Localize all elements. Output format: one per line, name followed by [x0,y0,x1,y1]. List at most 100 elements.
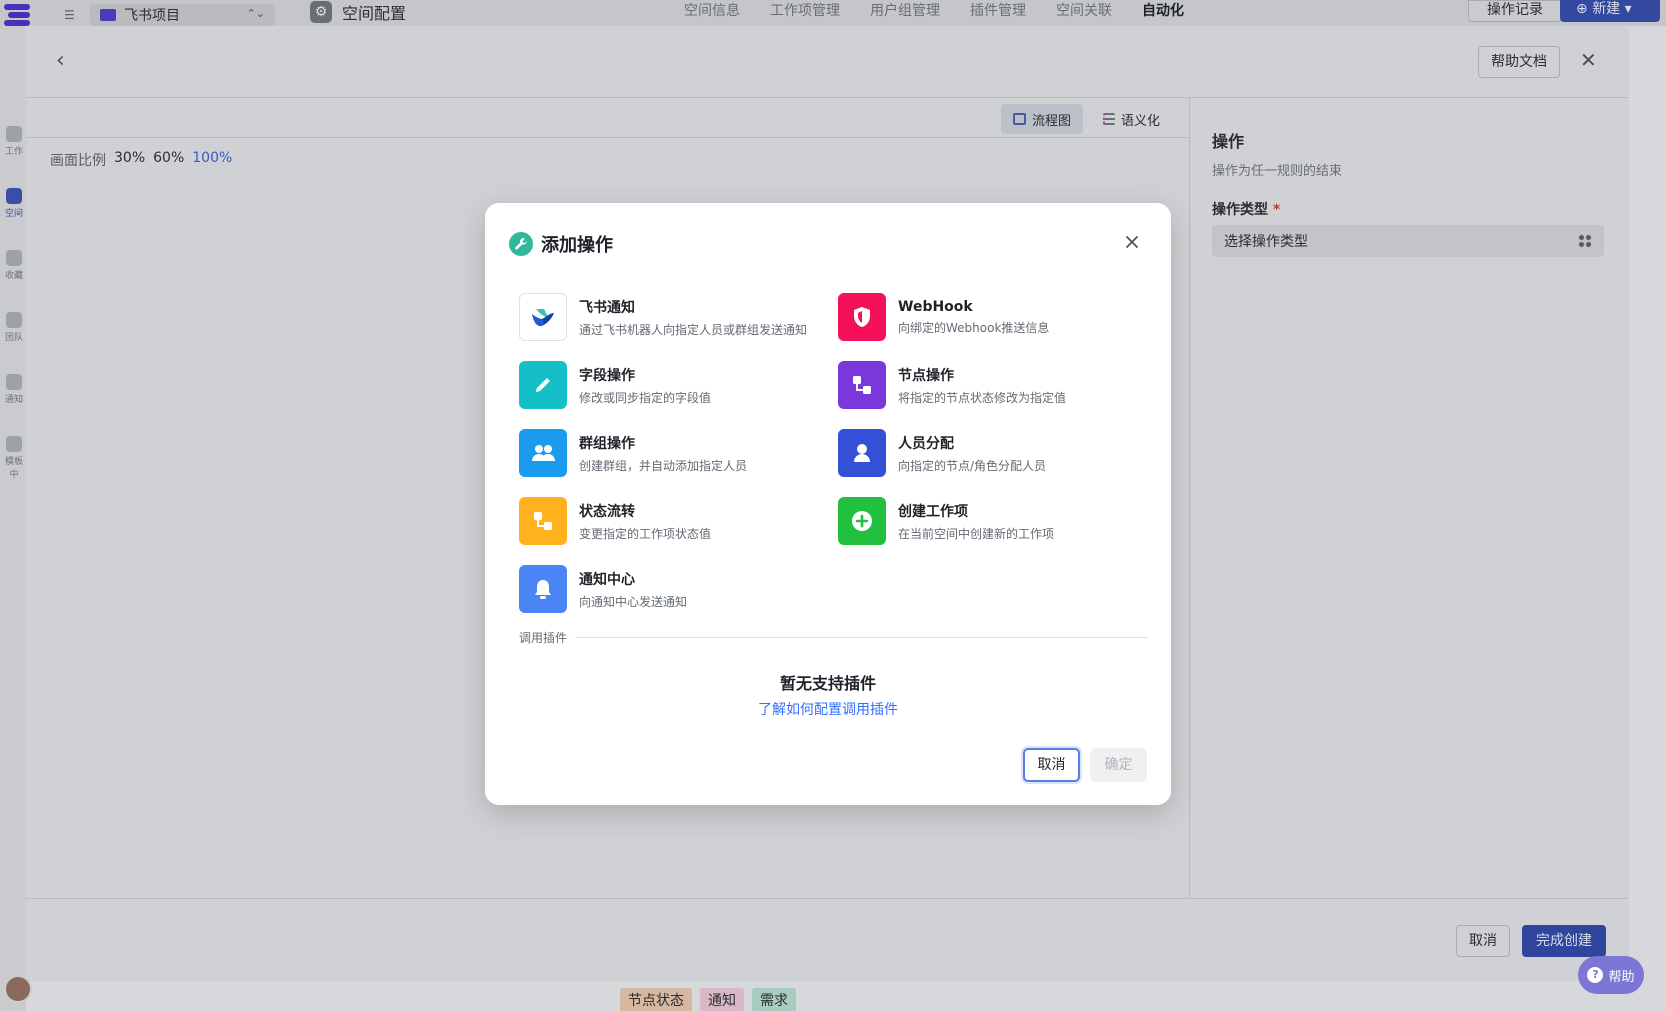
zoom-30[interactable]: 30% [114,150,145,170]
no-plugin-text: 暂无支持插件 [779,674,876,693]
bell-icon [519,565,567,613]
zoom-60[interactable]: 60% [153,150,184,170]
tab-1[interactable]: 工作项管理 [770,0,840,20]
person-icon [838,429,886,477]
operation-text: 人员分配向指定的节点/角色分配人员 [898,433,1046,474]
sidebar-item-icon [6,126,22,142]
wrench-icon [509,232,533,256]
flowchart-icon [1013,113,1026,125]
plugin-help-link[interactable]: 了解如何配置调用插件 [485,699,1171,719]
operation-type-label: 操作类型 * [1212,199,1607,219]
view-flowchart-label: 流程图 [1032,113,1072,129]
plugin-section-label: 调用插件 [519,631,568,645]
tag-requirement: 需求 [752,988,796,1011]
view-toggle: 流程图 语义化 [1001,104,1172,134]
operation-name: 人员分配 [898,435,954,452]
sidebar-item-label: 空间 [4,209,23,219]
zoom-100[interactable]: 100% [192,150,232,170]
tab-3[interactable]: 插件管理 [970,0,1026,20]
operation-name: 飞书通知 [579,299,635,316]
back-icon[interactable]: ‹ [56,48,65,73]
modal-cancel-button[interactable]: 取消 [1023,748,1080,782]
sidebar-item-icon [6,188,22,204]
help-float-button[interactable]: ? 帮助 [1578,956,1644,994]
sidebar-item-icon [6,312,22,328]
new-button[interactable]: ⊕ 新建 ▾ [1560,0,1660,22]
operation-item-person[interactable]: 人员分配向指定的节点/角色分配人员 [838,429,1157,477]
tab-2[interactable]: 用户组管理 [870,0,940,20]
sidebar-item-label: 收藏 [4,271,23,281]
operation-item-plus-circle[interactable]: 创建工作项 在当前空间中创建新的工作项 [838,497,1157,545]
shield-icon [838,293,886,341]
sidebar-item-label: 通知 [4,395,23,405]
operation-item-shield[interactable]: WebHook 向绑定的Webhook推送信息 [838,293,1157,341]
help-doc-button[interactable]: 帮助文档 [1478,46,1560,78]
required-mark: * [1272,202,1281,218]
list-icon [1103,113,1116,125]
pencil-icon [519,361,567,409]
operation-name: WebHook [898,298,973,315]
operation-log-button[interactable]: 操作记录 [1468,0,1562,22]
operation-type-select[interactable]: 选择操作类型 [1212,225,1604,257]
operation-desc: 向通知中心发送通知 [579,594,688,609]
sidebar-item-4[interactable]: 通知 [2,374,26,405]
space-title-text: 空间配置 [342,4,407,23]
drawer-close-icon[interactable]: ✕ [1580,48,1597,72]
drawer-header: ‹ 帮助文档 ✕ [26,26,1629,98]
nav-collapse-icon[interactable]: ☰ [64,8,80,22]
canvas-toolbar: 流程图 语义化 [26,98,1189,138]
tab-5[interactable]: 自动化 [1142,0,1184,20]
operation-name: 群组操作 [579,435,635,452]
project-name: 飞书项目 [124,8,180,24]
operation-item-node-flow[interactable]: 节点操作 将指定的节点状态修改为指定值 [838,361,1157,409]
app-logo[interactable] [4,2,34,26]
operation-type-placeholder: 选择操作类型 [1224,234,1308,250]
tag-node-status: 节点状态 [620,988,692,1011]
operation-name: 状态流转 [579,503,635,520]
operation-item-group[interactable]: 群组操作 创建群组，并自动添加指定人员 [519,429,838,477]
plus-circle-icon [838,497,886,545]
operation-desc: 修改或同步指定的字段值 [579,390,712,405]
sidebar-item-1[interactable]: 空间 [2,188,26,219]
project-switcher[interactable]: 飞书项目 ⌃⌄ [90,4,275,26]
sidebar-item-icon [6,250,22,266]
operation-item-status-flow[interactable]: 状态流转变更指定的工作项状态值 [519,497,838,545]
sidebar-item-0[interactable]: 工作 [2,126,26,157]
help-float-label: 帮助 [1608,969,1635,985]
finish-create-button[interactable]: 完成创建 [1522,925,1606,957]
tab-0[interactable]: 空间信息 [684,0,740,20]
view-semantic-button[interactable]: 语义化 [1091,104,1172,134]
modal-title: 添加操作 [541,235,613,256]
operation-text: 通知中心 向通知中心发送通知 [579,569,687,610]
sidebar-item-3[interactable]: 团队 [2,312,26,343]
view-flowchart-button[interactable]: 流程图 [1001,104,1084,134]
sidebar-item-2[interactable]: 收藏 [2,250,26,281]
operation-item-pencil[interactable]: 字段操作修改或同步指定的字段值 [519,361,838,409]
chevron-updown-icon: ⌃⌄ [246,7,265,20]
operation-desc: 变更指定的工作项状态值 [579,526,712,541]
app-sidebar: 工作空间收藏团队通知模板中 [0,26,26,1011]
zoom-control: 画面比例 30% 60% 100% [50,150,232,170]
sidebar-item-5[interactable]: 模板中 [2,436,26,480]
panel-desc: 操作为任一规则的结束 [1212,164,1343,179]
operation-name: 字段操作 [579,367,635,384]
grid-add-icon [1578,234,1592,248]
tab-4[interactable]: 空间关联 [1056,0,1112,20]
operation-desc: 向绑定的Webhook推送信息 [898,320,1050,335]
space-config-tabs: 空间信息 工作项管理 用户组管理 插件管理 空间关联 自动化 [684,0,1184,20]
operation-desc: 向指定的节点/角色分配人员 [898,458,1047,473]
modal-confirm-button[interactable]: 确定 [1090,748,1147,782]
modal-close-icon[interactable] [1123,233,1141,251]
drawer-footer: 取消 完成创建 [26,898,1629,981]
operation-text: 状态流转变更指定的工作项状态值 [579,501,711,542]
drawer-cancel-button[interactable]: 取消 [1456,925,1510,957]
sidebar-item-icon [6,374,22,390]
operation-text: 字段操作修改或同步指定的字段值 [579,365,711,406]
operation-desc: 将指定的节点状态修改为指定值 [898,390,1067,405]
operation-item-feishu[interactable]: 飞书通知 通过飞书机器人向指定人员或群组发送通知 [519,293,838,341]
group-icon [519,429,567,477]
operation-item-bell[interactable]: 通知中心 向通知中心发送通知 [519,565,838,613]
operation-name: 创建工作项 [898,503,968,520]
operation-list: 飞书通知 通过飞书机器人向指定人员或群组发送通知 WebHook 向绑定的Webhoo… [519,293,1159,613]
sidebar-item-label: 团队 [4,333,23,343]
